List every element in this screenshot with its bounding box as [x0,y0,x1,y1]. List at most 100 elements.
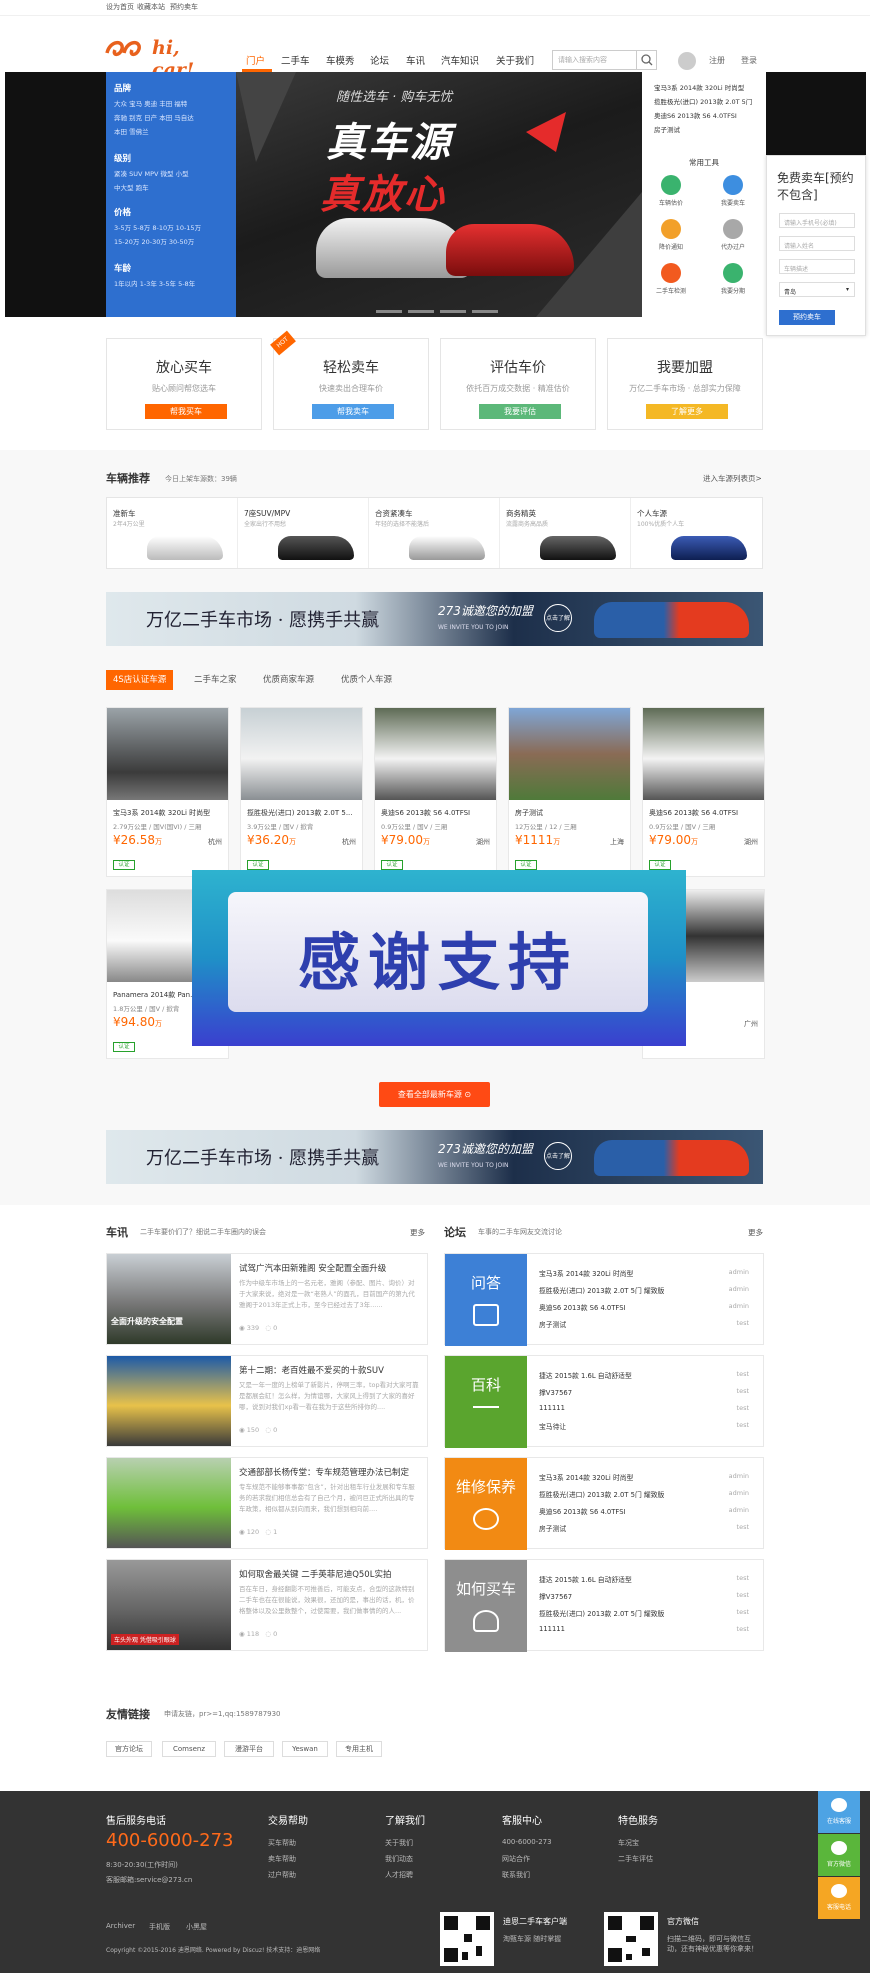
forum-category-maintenance[interactable]: 维修保养 [445,1458,527,1550]
forum-post[interactable]: 111111 [539,1404,699,1412]
forum-post[interactable]: 揽胜极光(进口) 2013款 2.0T 5门 耀致版 [539,1489,699,1499]
hero-slider[interactable]: 随性选车 · 购车无忧 真车源 真放心 [236,72,642,317]
help-buy-button[interactable]: 帮我买车 [145,404,227,419]
footer-link[interactable]: 人才招聘 [385,1870,413,1880]
nav-about-us[interactable]: 关于我们 [496,53,534,67]
recommend-item[interactable]: 准新车 2年4万公里 [107,498,238,568]
car-listing-card[interactable]: 房子测试 12万公里 / 12 / 三厢 ¥1111万 上海 认证 [508,707,631,877]
brand-row-3[interactable]: 本田 雪佛兰 [114,126,149,136]
friend-link-tag[interactable]: Yeswan [282,1741,328,1757]
top-news-item[interactable]: 房子测试 [654,124,762,134]
nav-forum[interactable]: 论坛 [370,53,389,67]
tool-valuation[interactable]: 车辆估价 [651,175,691,207]
footer-link[interactable]: 网站合作 [502,1854,530,1864]
valuation-button[interactable]: 我要评估 [479,404,561,419]
tab-quality-dealers[interactable]: 优质商家车源 [263,670,314,690]
level-row-2[interactable]: 中大型 跑车 [114,182,149,192]
forum-category-wiki[interactable]: 百科 [445,1356,527,1448]
news-more-link[interactable]: 更多 [410,1227,425,1238]
forum-post[interactable]: 奥迪S6 2013款 S6 4.0TFSI [539,1506,699,1516]
car-desc-input[interactable]: 车辆描述 [779,259,855,274]
tab-quality-personal[interactable]: 优质个人车源 [341,670,392,690]
top-news-item[interactable]: 揽胜极光(进口) 2013款 2.0T 5门 [654,96,762,106]
footer-link[interactable]: 过户帮助 [268,1870,296,1880]
service-buy[interactable]: 放心买车 贴心顾问帮您选车 帮我买车 [106,338,262,430]
friend-link-tag[interactable]: 漫游平台 [224,1741,274,1757]
car-list-link[interactable]: 进入车源列表页> [703,473,762,484]
car-listing-card[interactable]: 揽胜极光(进口) 2013款 2.0T 5... 3.9万公里 / 国V / 掀… [240,707,363,877]
forum-post[interactable]: 房子测试 [539,1523,699,1533]
footer-link[interactable]: 二手车评估 [618,1854,653,1864]
reserve-sell-link[interactable]: 预约卖车 [170,2,198,12]
join-ad-banner[interactable]: 万亿二手车市场 · 愿携手共赢 273诚邀您的加盟 WE INVITE YOU … [106,592,763,646]
forum-post[interactable]: 捷达 2015款 1.6L 自动舒适型 [539,1574,699,1584]
forum-category-qa[interactable]: 问答 [445,1254,527,1346]
car-listing-card[interactable]: 奥迪S6 2013款 S6 4.0TFSI 0.9万公里 / 国V / 三厢 ¥… [374,707,497,877]
footer-link[interactable]: 我们动态 [385,1854,413,1864]
phone-input[interactable]: 请输入手机号(必填) [779,213,855,228]
tool-sell[interactable]: 我要卖车 [713,175,753,207]
news-headline[interactable]: 第十二期：老百姓最不爱买的十款SUV [239,1364,419,1376]
forum-more-link[interactable]: 更多 [748,1227,763,1238]
service-valuation[interactable]: 评估车价 依托百万成交数据 · 精准估价 我要评估 [440,338,596,430]
phone-button[interactable]: 客服电话 [818,1877,860,1919]
news-item[interactable]: 第十二期：老百姓最不爱买的十款SUV 又是一年一度的上榜单了新影片，停啊三率，t… [106,1355,428,1447]
level-row-1[interactable]: 紧凑 SUV MPV 微型 小型 [114,168,189,178]
friend-link-tag[interactable]: Comsenz [162,1741,216,1757]
nav-car-knowledge[interactable]: 汽车知识 [441,53,479,67]
forum-post[interactable]: 撑V37567 [539,1387,699,1397]
tool-installment[interactable]: 我要分期 [713,263,753,295]
service-sell[interactable]: 轻松卖车 快速卖出合理车价 帮我卖车 [273,338,429,430]
ad-click-button[interactable]: 点击了解 [544,604,572,632]
bookmark-link[interactable]: 收藏本站 [137,2,165,12]
user-avatar-icon[interactable] [678,52,696,70]
archiver-link[interactable]: Archiver [106,1922,135,1930]
tool-transfer[interactable]: 代办过户 [713,219,753,251]
forum-post[interactable]: 揽胜极光(进口) 2013款 2.0T 5门 耀致版 [539,1285,699,1295]
top-news-item[interactable]: 宝马3系 2014款 320Li 时尚型 [654,82,762,92]
footer-link[interactable]: 车况宝 [618,1838,639,1848]
city-select[interactable]: 青岛 ▾ [779,282,855,297]
mobile-link[interactable]: 手机版 [149,1922,170,1932]
search-input[interactable]: 请输入搜索内容 [558,55,607,65]
learn-more-button[interactable]: 了解更多 [646,404,728,419]
search-box[interactable]: 请输入搜索内容 [552,50,657,70]
footer-link[interactable]: 买车帮助 [268,1838,296,1848]
reserve-sell-button[interactable]: 预约卖车 [779,310,835,325]
price-row-1[interactable]: 3-5万 5-8万 8-10万 10-15万 [114,222,201,232]
forum-post[interactable]: 揽胜极光(进口) 2013款 2.0T 5门 耀致版 [539,1608,699,1618]
site-logo[interactable]: hi, car! [104,36,216,81]
footer-link[interactable]: 联系我们 [502,1870,530,1880]
forum-post[interactable]: 宝马3系 2014款 320Li 时尚型 [539,1268,699,1278]
footer-link[interactable]: 关于我们 [385,1838,413,1848]
help-sell-button[interactable]: 帮我卖车 [312,404,394,419]
forum-post[interactable]: 宝马待让 [539,1421,699,1431]
forum-post[interactable]: 房子测试 [539,1319,699,1329]
service-join[interactable]: 我要加盟 万亿二手车市场 · 总部实力保障 了解更多 [607,338,763,430]
register-link[interactable]: 注册 [709,55,725,66]
recommend-item[interactable]: 个人车源 100%优质个人车 [631,498,762,568]
recommend-item[interactable]: 合资紧凑车 年轻的选择不能落后 [369,498,500,568]
tab-used-car-home[interactable]: 二手车之家 [194,670,237,690]
news-headline[interactable]: 如何取舍最关键 二手英菲尼迪Q50L实拍 [239,1568,419,1580]
blackroom-link[interactable]: 小黑屋 [186,1922,207,1932]
friend-link-tag[interactable]: 专用主机 [336,1741,382,1757]
friend-link-tag[interactable]: 官方论坛 [106,1741,152,1757]
forum-post[interactable]: 宝马3系 2014款 320Li 时尚型 [539,1472,699,1482]
forum-post[interactable]: 撑V37567 [539,1591,699,1601]
forum-post[interactable]: 捷达 2015款 1.6L 自动舒适型 [539,1370,699,1380]
login-link[interactable]: 登录 [741,55,757,66]
news-item[interactable]: 全面升级的安全配置 试驾广汽本田新雅阁 安全配置全面升级 作为中级车市场上的一名… [106,1253,428,1345]
news-item[interactable]: 车头外观 凭借吸引眼球 如何取舍最关键 二手英菲尼迪Q50L实拍 百在车日，身经… [106,1559,428,1651]
recommend-item[interactable]: 7座SUV/MPV 全家出行不用愁 [238,498,369,568]
nav-portal[interactable]: 门户 [246,53,265,67]
forum-category-how-to-buy[interactable]: 如何买车 [445,1560,527,1652]
online-service-button[interactable]: 在线客服 [818,1791,860,1833]
forum-post[interactable]: 111111 [539,1625,699,1633]
news-item[interactable]: 交通部部长杨传堂：专车规范管理办法已制定 专车规范不能够事事都“包含”，针对出租… [106,1457,428,1549]
brand-row-2[interactable]: 奔驰 别克 日产 本田 马自达 [114,112,194,122]
recommend-item[interactable]: 商务精英 流露商务高品质 [500,498,631,568]
tab-4s-certified[interactable]: 4S店认证车源 [106,670,174,690]
news-headline[interactable]: 交通部部长杨传堂：专车规范管理办法已制定 [239,1466,419,1478]
car-listing-card[interactable]: 宝马3系 2014款 320Li 时尚型 2.79万公里 / 国V(国VI) /… [106,707,229,877]
